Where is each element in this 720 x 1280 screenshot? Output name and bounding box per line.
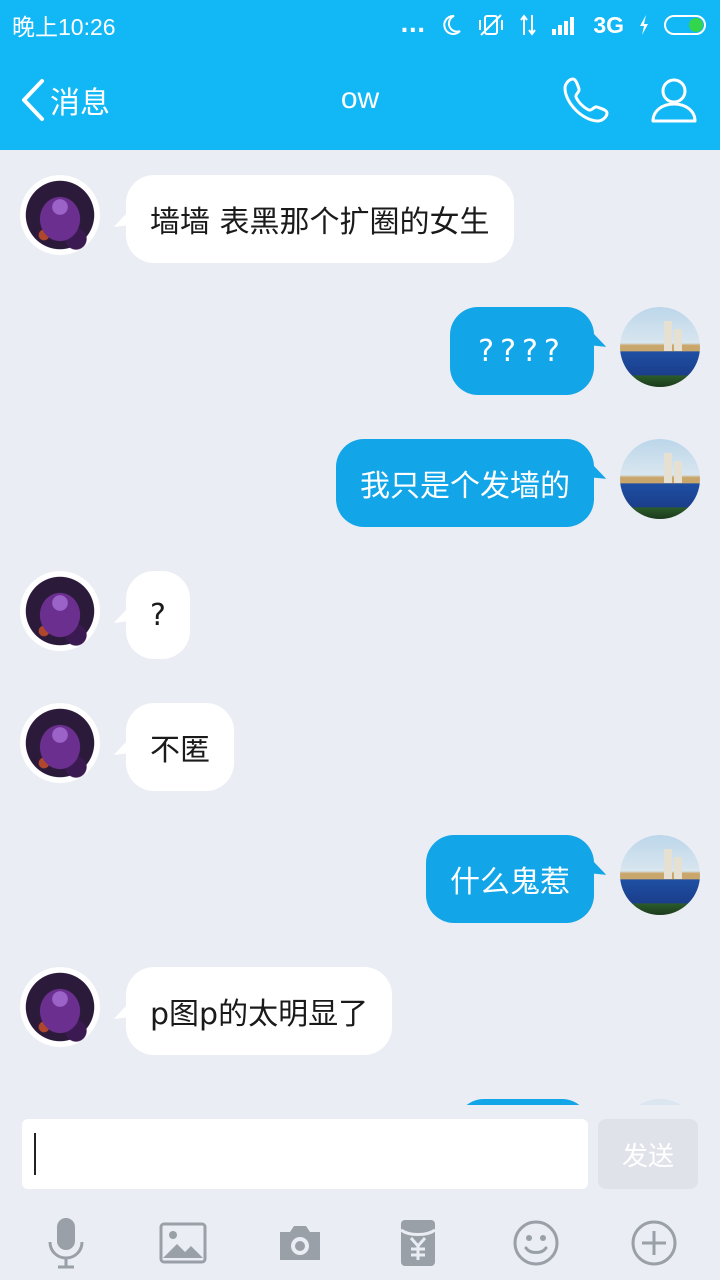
title-bar: 消息 ow — [0, 50, 720, 150]
emoji-button[interactable] — [506, 1213, 566, 1273]
call-button[interactable] — [558, 72, 614, 128]
message-bubble[interactable]: 墙墙 表黑那个扩圈的女生 — [126, 175, 514, 263]
my-avatar[interactable] — [620, 439, 700, 519]
signal-icon — [551, 13, 579, 37]
my-avatar[interactable] — [620, 307, 700, 387]
moon-icon — [439, 13, 463, 37]
microphone-icon — [44, 1216, 88, 1270]
message-text: 我只是个发墙的 — [360, 469, 570, 504]
camera-button[interactable] — [270, 1213, 330, 1273]
camera-icon — [276, 1222, 324, 1264]
status-bar: 晚上10:26 ... 3G — [0, 0, 720, 50]
text-caret — [34, 1133, 36, 1175]
person-icon — [649, 75, 699, 125]
message-bubble[interactable]: 不匿 — [126, 703, 234, 791]
phone-icon — [561, 75, 611, 125]
red-packet-button[interactable] — [388, 1213, 448, 1273]
message-bubble[interactable]: ? — [126, 571, 190, 659]
message-bubble[interactable]: p图p的太明显了 — [126, 967, 393, 1055]
network-type: 3G — [593, 11, 624, 38]
friend-avatar[interactable] — [20, 175, 100, 255]
vibrate-off-icon — [477, 13, 505, 37]
message-text: ???? — [478, 333, 566, 369]
microphone-button[interactable] — [36, 1213, 96, 1273]
red-packet-icon — [398, 1218, 438, 1268]
composer: 发送 — [0, 1105, 720, 1205]
message-text: 什么鬼惹 — [450, 865, 570, 900]
message-text: 墙墙 表黑那个扩圈的女生 — [150, 205, 490, 240]
message-text: p图p的太明显了 — [150, 997, 369, 1032]
send-button[interactable]: 发送 — [598, 1119, 698, 1189]
data-arrows-icon — [519, 13, 537, 37]
message-input[interactable] — [22, 1119, 588, 1189]
friend-avatar[interactable] — [20, 703, 100, 783]
status-time: 晚上10:26 — [12, 14, 116, 40]
message-bubble[interactable]: ???? — [450, 307, 594, 395]
image-icon — [159, 1222, 207, 1264]
composer-toolbar — [0, 1205, 720, 1280]
status-icons: ... 3G — [400, 12, 706, 39]
message-bubble[interactable]: 我只是个发墙的 — [336, 439, 594, 527]
message-list[interactable]: 墙墙 表黑那个扩圈的女生 ???? 我只是个发墙的 ? 不匿 什么鬼惹 p图p的… — [0, 150, 720, 1105]
plus-icon — [630, 1219, 678, 1267]
battery-icon — [664, 15, 706, 35]
profile-button[interactable] — [646, 72, 702, 128]
my-avatar[interactable] — [620, 835, 700, 915]
charging-icon — [638, 14, 650, 36]
more-button[interactable] — [624, 1213, 684, 1273]
friend-avatar[interactable] — [20, 571, 100, 651]
message-text: ? — [150, 597, 166, 633]
emoji-icon — [512, 1219, 560, 1267]
message-bubble[interactable]: 什么鬼惹 — [426, 835, 594, 923]
message-text: 不匿 — [150, 733, 210, 768]
more-dots: ... — [400, 12, 426, 38]
friend-avatar[interactable] — [20, 967, 100, 1047]
image-button[interactable] — [153, 1213, 213, 1273]
